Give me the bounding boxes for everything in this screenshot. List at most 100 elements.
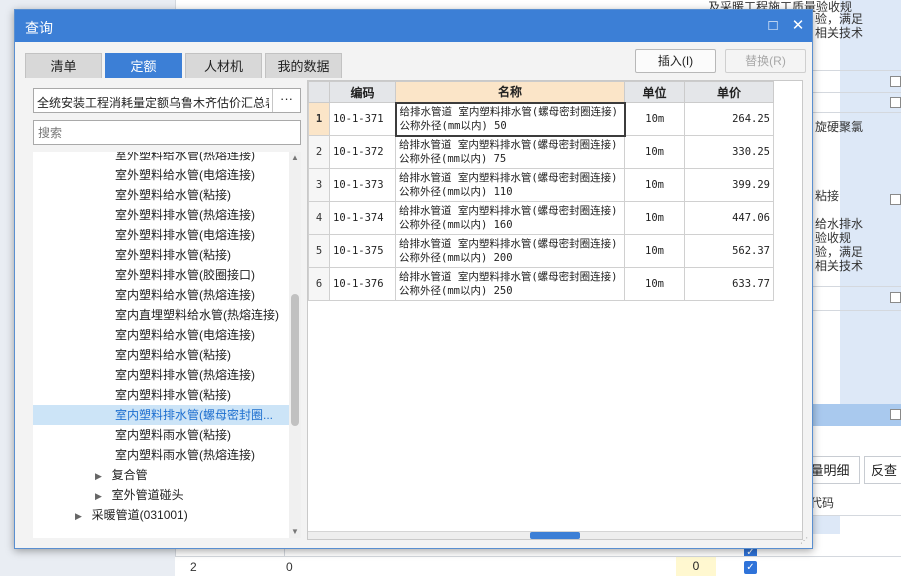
tree-item[interactable]: 室外塑料排水管(粘接) [33,245,289,265]
tab-my-data[interactable]: 我的数据 [265,53,342,78]
unit-cell[interactable]: 10m [624,102,685,136]
name-cell[interactable]: 给排水管道 室内塑料排水管(螺母密封圈连接) 公称外径(mm以内) 250 [395,267,625,301]
background-checkbox[interactable] [890,409,901,420]
code-cell[interactable]: 10-1-373 [329,168,396,202]
tree-item[interactable]: 室内塑料给水管(热熔连接) [33,285,289,305]
name-cell[interactable]: 给排水管道 室内塑料排水管(螺母密封圈连接) 公称外径(mm以内) 200 [395,234,625,268]
name-cell[interactable]: 给排水管道 室内塑料排水管(螺母密封圈连接) 公称外径(mm以内) 160 [395,201,625,235]
table-row[interactable]: 1 10-1-371 给排水管道 室内塑料排水管(螺母密封圈连接) 公称外径(mm以… [308,101,774,137]
background-grid-line [813,92,901,93]
tree-item[interactable]: 室内塑料给水管(粘接) [33,345,289,365]
table-row[interactable]: 3 10-1-373 给排水管道 室内塑料排水管(螺母密封圈连接) 公称外径(mm以… [308,168,774,202]
tab-bill[interactable]: 清单 [25,53,102,78]
background-checkbox-checked[interactable]: ✓ [744,561,757,574]
background-checkbox[interactable] [890,194,901,205]
code-cell[interactable]: 10-1-374 [329,201,396,235]
tree-item[interactable]: 室外塑料排水管(电熔连接) [33,225,289,245]
unit-cell[interactable]: 10m [624,135,685,169]
resize-grip-icon[interactable]: ⋰ [800,536,810,546]
code-cell[interactable]: 10-1-376 [329,267,396,301]
price-cell[interactable]: 399.29 [684,168,774,202]
row-number[interactable]: 5 [308,234,330,268]
tree-item-label: 室外塑料给水管(电熔连接) [115,168,255,182]
col-header-price[interactable]: 单价 [684,81,774,103]
replace-button[interactable]: 替换(R) [725,49,806,73]
tree-item-label: 室内塑料排水管(螺母密封圈... [115,408,273,422]
expand-arrow-icon[interactable]: ▶ [95,466,105,486]
name-cell[interactable]: 给排水管道 室内塑料排水管(螺母密封圈连接) 公称外径(mm以内) 50 [394,101,626,137]
background-checkbox[interactable] [890,97,901,108]
tree-item[interactable]: 室内塑料给水管(电熔连接) [33,325,289,345]
price-cell[interactable]: 330.25 [684,135,774,169]
unit-cell[interactable]: 10m [624,267,685,301]
name-cell[interactable]: 给排水管道 室内塑料排水管(螺母密封圈连接) 公称外径(mm以内) 75 [395,135,625,169]
unit-cell[interactable]: 10m [624,201,685,235]
tree-scrollbar[interactable]: ▲ ▼ [289,152,301,538]
price-cell[interactable]: 264.25 [684,102,774,136]
background-text: 验，满足 [815,12,864,26]
tree-item[interactable]: 室内塑料雨水管(粘接) [33,425,289,445]
more-icon[interactable]: ··· [272,89,300,112]
quota-grid: 编码 名称 单位 单价 1 10-1-371 给排水管道 室内塑料排水管(螺母密封圈… [308,81,774,301]
table-row[interactable]: 5 10-1-375 给排水管道 室内塑料排水管(螺母密封圈连接) 公称外径(mm以… [308,234,774,268]
tab-quota[interactable]: 定额 [105,53,182,78]
insert-button[interactable]: 插入(I) [635,49,716,73]
tree-item[interactable]: 室外塑料排水管(胶圈接口) [33,265,289,285]
grid-horizontal-scrollbar[interactable] [308,531,802,539]
row-number[interactable]: 6 [308,267,330,301]
code-cell[interactable]: 10-1-372 [329,135,396,169]
scroll-up-icon[interactable]: ▲ [289,152,301,164]
background-tab-reverse[interactable]: 反查 [864,456,901,484]
category-tabs: 清单 定额 人材机 我的数据 [25,53,342,78]
tree-item[interactable]: ▶ 采暖管道(031001) [33,505,289,525]
library-selector[interactable]: 全统安装工程消耗量定额乌鲁木齐估价汇总表 ··· [33,88,301,113]
close-icon[interactable]: ✕ [787,15,809,37]
background-checkbox[interactable] [890,76,901,87]
tree-item[interactable]: 室外塑料给水管(电熔连接) [33,165,289,185]
tree-item[interactable]: 室外塑料排水管(热熔连接) [33,205,289,225]
expand-arrow-icon[interactable]: ▶ [75,506,85,526]
scroll-down-icon[interactable]: ▼ [289,526,301,538]
col-header-code[interactable]: 编码 [329,81,396,103]
row-number[interactable]: 1 [308,102,330,136]
row-number[interactable]: 2 [308,135,330,169]
name-cell[interactable]: 给排水管道 室内塑料排水管(螺母密封圈连接) 公称外径(mm以内) 110 [395,168,625,202]
background-text: 粘接 [815,189,840,203]
tree-item[interactable]: 室外塑料给水管(热熔连接) [33,152,289,165]
table-row[interactable]: 6 10-1-376 给排水管道 室内塑料排水管(螺母密封圈连接) 公称外径(mm以… [308,267,774,301]
tab-labor-material-machine[interactable]: 人材机 [185,53,262,78]
price-cell[interactable]: 447.06 [684,201,774,235]
tree-item-label: 室外塑料给水管(粘接) [115,188,231,202]
tree-item[interactable]: 室内塑料雨水管(热熔连接) [33,445,289,465]
tree-item-label: 室内塑料给水管(粘接) [115,348,231,362]
background-checkbox[interactable] [890,292,901,303]
col-header-name[interactable]: 名称 [395,81,625,103]
row-number[interactable]: 3 [308,168,330,202]
maximize-icon[interactable]: □ [762,15,784,37]
tree-item-selected[interactable]: 室内塑料排水管(螺母密封圈... [33,405,289,425]
table-row[interactable]: 4 10-1-374 给排水管道 室内塑料排水管(螺母密封圈连接) 公称外径(mm以… [308,201,774,235]
table-row[interactable]: 2 10-1-372 给排水管道 室内塑料排水管(螺母密封圈连接) 公称外径(mm以… [308,135,774,169]
price-cell[interactable]: 633.77 [684,267,774,301]
unit-cell[interactable]: 10m [624,168,685,202]
col-header-unit[interactable]: 单位 [624,81,685,103]
expand-arrow-icon[interactable]: ▶ [95,486,105,506]
grid-scroll-indicator[interactable] [530,532,580,539]
dialog-titlebar[interactable]: 查询 □ ✕ [15,10,812,42]
code-cell[interactable]: 10-1-371 [329,102,396,136]
tree-item[interactable]: 室外塑料给水管(粘接) [33,185,289,205]
unit-cell[interactable]: 10m [624,234,685,268]
tree-item[interactable]: 室内塑料排水管(热熔连接) [33,365,289,385]
price-cell[interactable]: 562.37 [684,234,774,268]
tree-item[interactable]: ▶ 室外管道碰头 [33,485,289,505]
tree-item[interactable]: ▶ 复合管 [33,465,289,485]
search-input[interactable] [33,120,301,145]
background-yellow-cell[interactable]: 0 [676,557,716,576]
tree-item[interactable]: 室内塑料排水管(粘接) [33,385,289,405]
tree-item[interactable]: 室内直埋塑料给水管(热熔连接) [33,305,289,325]
tree-item-label: 室内塑料排水管(热熔连接) [115,368,255,382]
row-number[interactable]: 4 [308,201,330,235]
tree-scrollbar-thumb[interactable] [291,294,299,426]
background-text: 旋硬聚氯 [815,120,864,134]
code-cell[interactable]: 10-1-375 [329,234,396,268]
